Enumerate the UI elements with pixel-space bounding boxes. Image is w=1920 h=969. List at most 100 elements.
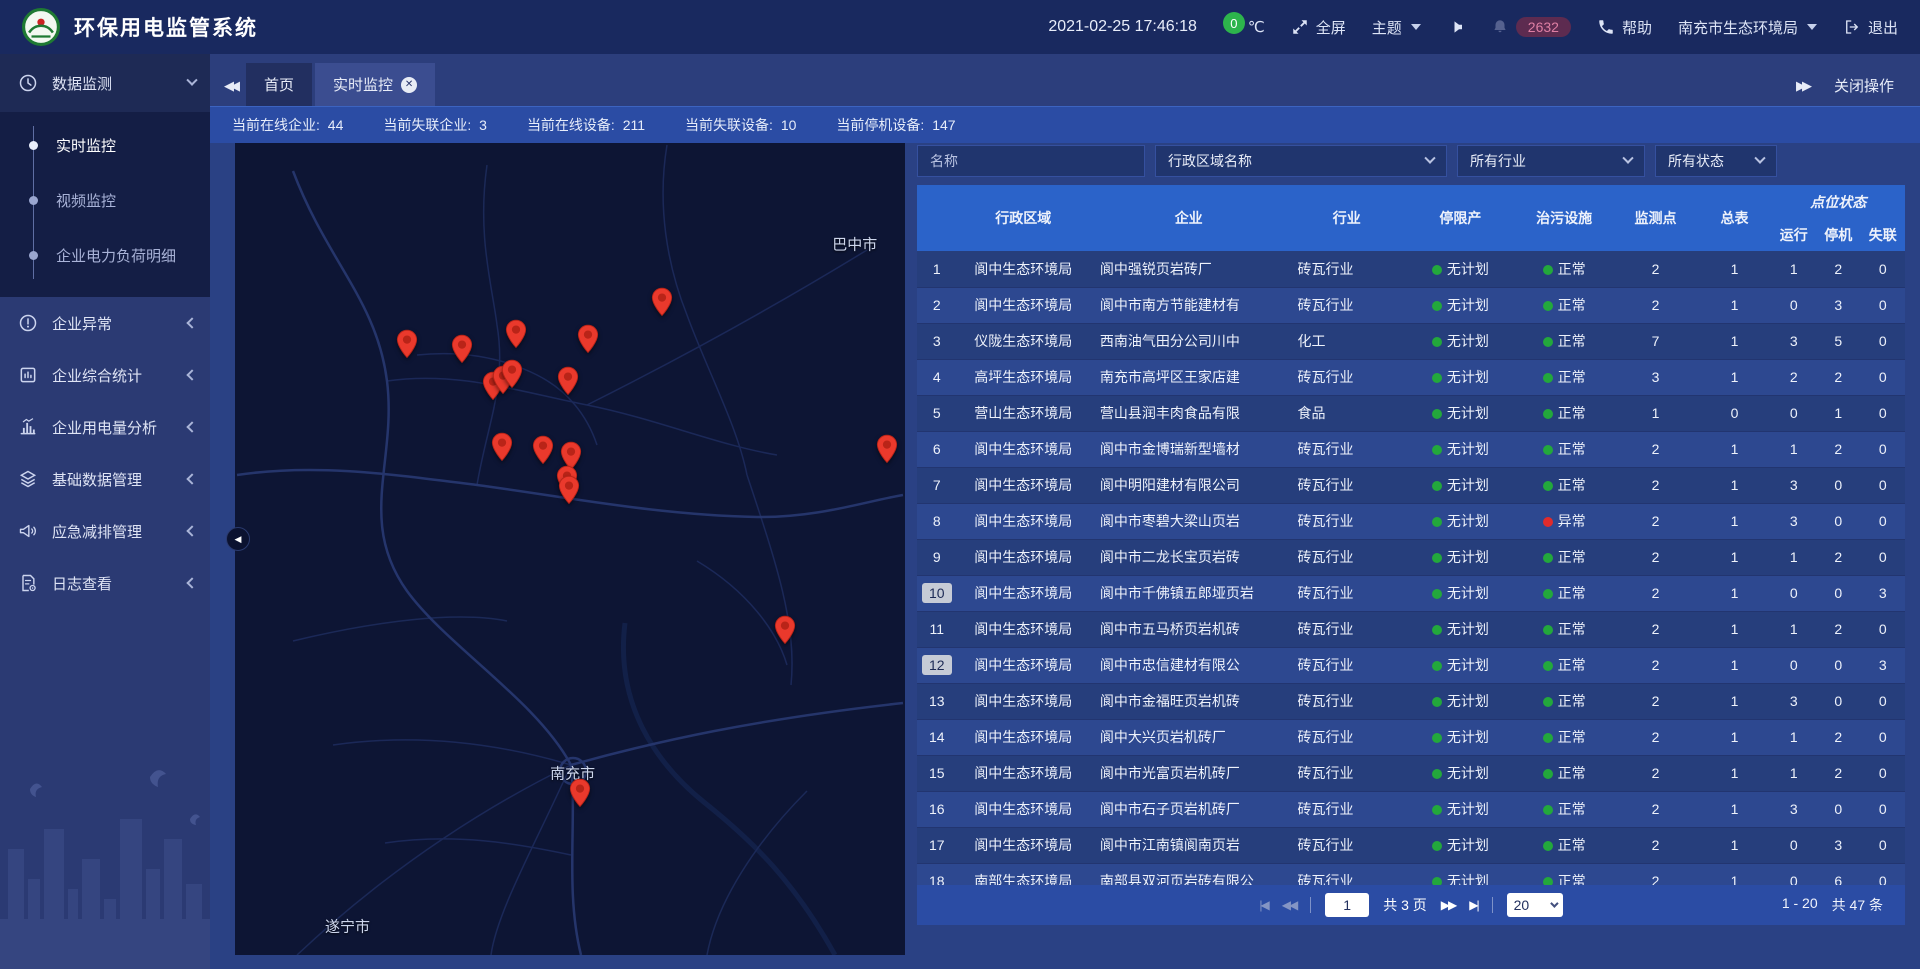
help-button[interactable]: 帮助 xyxy=(1597,17,1652,38)
cell-running: 2 xyxy=(1772,359,1816,395)
table-row[interactable]: 17阆中生态环境局阆中市江南镇阆南页岩砖瓦行业无计划正常21030 xyxy=(917,827,1905,863)
table-row[interactable]: 5营山生态环境局营山县润丰肉食品有限食品无计划正常10010 xyxy=(917,395,1905,431)
cell-total-meters: 1 xyxy=(1697,683,1771,719)
cell-industry: 砖瓦行业 xyxy=(1287,791,1406,827)
cell-production-status: 无计划 xyxy=(1406,431,1515,467)
scroll-tabs-right-button[interactable]: ▶▶ xyxy=(1796,78,1808,94)
sidebar-collapse-button[interactable]: ◀ xyxy=(226,527,250,551)
table-row[interactable]: 6阆中生态环境局阆中市金博瑞新型墙材砖瓦行业无计划正常21120 xyxy=(917,431,1905,467)
map-pin-icon[interactable] xyxy=(651,287,673,317)
cell-total-meters: 1 xyxy=(1697,251,1771,287)
map-canvas[interactable]: 巴中市南充市遂宁市 xyxy=(235,143,905,955)
table-row[interactable]: 7阆中生态环境局阆中明阳建材有限公司砖瓦行业无计划正常21300 xyxy=(917,467,1905,503)
column-header-1: 行政区域 xyxy=(957,185,1090,251)
sidebar-item-2[interactable]: 企业异常 xyxy=(0,297,210,349)
sidebar-item-6[interactable]: 应急减排管理 xyxy=(0,505,210,557)
cell-facility-status: 正常 xyxy=(1515,827,1614,863)
stats-bar: 当前在线企业: 44当前失联企业: 3当前在线设备: 211当前失联设备: 10… xyxy=(210,106,1920,143)
cell-production-status: 无计划 xyxy=(1406,647,1515,683)
map-pin-icon[interactable] xyxy=(577,324,599,354)
table-row[interactable]: 10阆中生态环境局阆中市千佛镇五郎垭页岩砖瓦行业无计划正常21003 xyxy=(917,575,1905,611)
map-pin-icon[interactable] xyxy=(569,778,591,808)
tab-2[interactable]: 实时监控 ✕ xyxy=(315,63,435,106)
region-select[interactable]: 行政区域名称 xyxy=(1155,145,1447,177)
table-row[interactable]: 9阆中生态环境局阆中市二龙长宝页岩砖砖瓦行业无计划正常21120 xyxy=(917,539,1905,575)
prev-page-button[interactable]: ◀◀ xyxy=(1282,898,1296,912)
stat-item-2: 当前失联企业: 3 xyxy=(383,115,487,135)
sidebar-item-1[interactable]: 数据监测 xyxy=(0,54,210,112)
logout-button[interactable]: 退出 xyxy=(1843,17,1898,38)
status-select[interactable]: 所有状态 xyxy=(1655,145,1777,177)
column-header-status-3: 失联 xyxy=(1860,218,1905,251)
status-dot-icon xyxy=(1543,517,1553,527)
app-logo-icon xyxy=(22,8,60,46)
table-row[interactable]: 3仪陇生态环境局西南油气田分公司川中化工无计划正常71350 xyxy=(917,323,1905,359)
row-number-badge: 12 xyxy=(922,655,952,675)
map-pin-icon[interactable] xyxy=(505,319,527,349)
cell-index: 17 xyxy=(917,827,957,863)
theme-dropdown[interactable]: 主题 xyxy=(1372,17,1421,38)
record-total-label: 共 47 条 xyxy=(1832,895,1883,915)
cell-region: 高坪生态环境局 xyxy=(957,359,1090,395)
organization-dropdown[interactable]: 南充市生态环境局 xyxy=(1678,17,1817,38)
table-row[interactable]: 13阆中生态环境局阆中市金福旺页岩机砖砖瓦行业无计划正常21300 xyxy=(917,683,1905,719)
stat-value: 44 xyxy=(328,117,344,133)
sidebar-subitem-1[interactable]: 实时监控 xyxy=(0,118,210,173)
cell-index: 15 xyxy=(917,755,957,791)
map-pin-icon[interactable] xyxy=(532,435,554,465)
map-pin-icon[interactable] xyxy=(396,329,418,359)
map-pin-icon[interactable] xyxy=(491,432,513,462)
table-row[interactable]: 15阆中生态环境局阆中市光富页岩机砖厂砖瓦行业无计划正常21120 xyxy=(917,755,1905,791)
scroll-tabs-left-button[interactable]: ◀◀ xyxy=(216,78,246,106)
page-size-select[interactable]: 20 xyxy=(1507,893,1563,917)
cell-production-status: 无计划 xyxy=(1406,755,1515,791)
map-pin-icon[interactable] xyxy=(876,434,898,464)
cell-industry: 食品 xyxy=(1287,395,1406,431)
cell-company: 阆中市石子页岩机砖厂 xyxy=(1090,791,1288,827)
sidebar-item-7[interactable]: 日志查看 xyxy=(0,557,210,609)
sidebar-subitem-3[interactable]: 企业电力负荷明细 xyxy=(0,228,210,283)
sidebar-item-4[interactable]: 企业用电量分析 xyxy=(0,401,210,453)
sidebar-subitem-label: 实时监控 xyxy=(56,135,116,156)
map-pin-icon[interactable] xyxy=(558,475,580,505)
voice-toggle-button[interactable] xyxy=(1447,18,1465,36)
map-pin-icon[interactable] xyxy=(774,615,796,645)
cell-region: 阆中生态环境局 xyxy=(957,467,1090,503)
industry-select[interactable]: 所有行业 xyxy=(1457,145,1645,177)
sidebar-subitem-2[interactable]: 视频监控 xyxy=(0,173,210,228)
divider xyxy=(1310,897,1311,913)
skyline-decoration xyxy=(0,759,210,969)
table-row[interactable]: 8阆中生态环境局阆中市枣碧大梁山页岩砖瓦行业无计划异常21300 xyxy=(917,503,1905,539)
fullscreen-button[interactable]: 全屏 xyxy=(1291,17,1346,38)
table-row[interactable]: 4高坪生态环境局南充市高坪区王家店建砖瓦行业无计划正常31220 xyxy=(917,359,1905,395)
cell-disconnected: 0 xyxy=(1860,863,1905,885)
last-page-button[interactable]: ▶| xyxy=(1469,898,1477,912)
sidebar-item-5[interactable]: 基础数据管理 xyxy=(0,453,210,505)
column-header-status-1: 运行 xyxy=(1772,218,1816,251)
table-row[interactable]: 18南部生态环境局南部县双河页岩砖有限公砖瓦行业无计划正常21060 xyxy=(917,863,1905,885)
tab-close-icon[interactable]: ✕ xyxy=(401,77,417,93)
tab-label: 首页 xyxy=(264,74,294,95)
cell-stopped: 2 xyxy=(1816,431,1860,467)
first-page-button[interactable]: |◀ xyxy=(1259,898,1267,912)
tab-1[interactable]: 首页 xyxy=(246,63,312,106)
sidebar-item-3[interactable]: 企业综合统计 xyxy=(0,349,210,401)
table-row[interactable]: 2阆中生态环境局阆中市南方节能建材有砖瓦行业无计划正常21030 xyxy=(917,287,1905,323)
table-row[interactable]: 11阆中生态环境局阆中市五马桥页岩机砖砖瓦行业无计划正常21120 xyxy=(917,611,1905,647)
map-pin-icon[interactable] xyxy=(501,359,523,389)
name-search-input[interactable] xyxy=(917,145,1145,177)
map-pin-icon[interactable] xyxy=(557,366,579,396)
cell-region: 阆中生态环境局 xyxy=(957,251,1090,287)
table-row[interactable]: 12阆中生态环境局阆中市忠信建材有限公砖瓦行业无计划正常21003 xyxy=(917,647,1905,683)
page-number-input[interactable] xyxy=(1325,893,1369,917)
table-row[interactable]: 1阆中生态环境局阆中强锐页岩砖厂砖瓦行业无计划正常21120 xyxy=(917,251,1905,287)
notification-button[interactable]: 2632 xyxy=(1491,17,1571,37)
map-pin-icon[interactable] xyxy=(451,334,473,364)
close-operations-button[interactable]: 关闭操作 xyxy=(1834,75,1894,96)
table-row[interactable]: 14阆中生态环境局阆中大兴页岩机砖厂砖瓦行业无计划正常21120 xyxy=(917,719,1905,755)
cell-region: 阆中生态环境局 xyxy=(957,827,1090,863)
table-row[interactable]: 16阆中生态环境局阆中市石子页岩机砖厂砖瓦行业无计划正常21300 xyxy=(917,791,1905,827)
tab-label: 实时监控 xyxy=(333,74,393,95)
next-page-button[interactable]: ▶▶ xyxy=(1441,898,1455,912)
cell-company: 阆中市金福旺页岩机砖 xyxy=(1090,683,1288,719)
